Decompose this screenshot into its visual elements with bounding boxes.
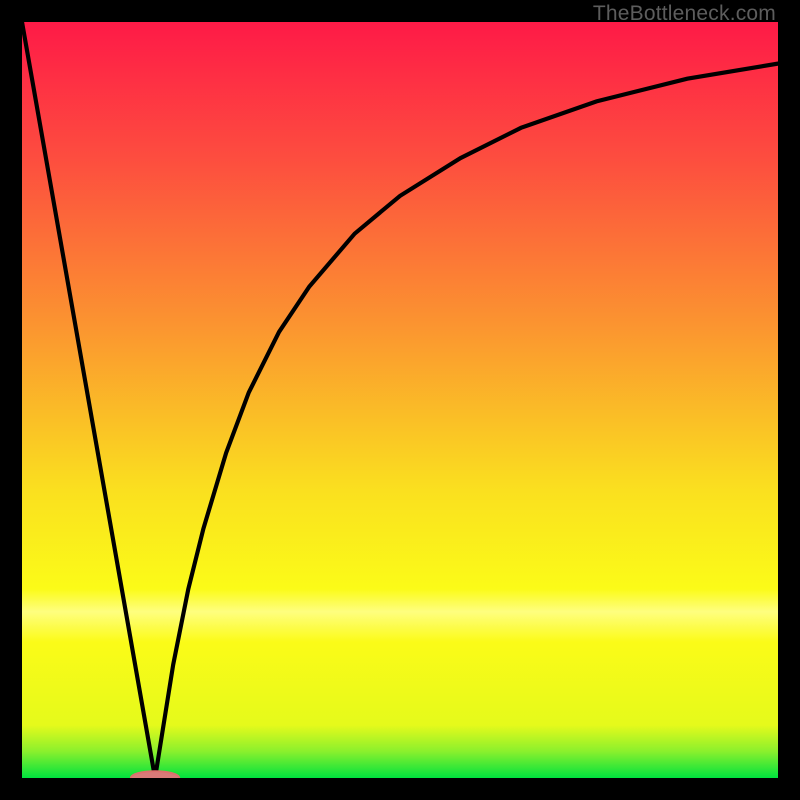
- curve-left: [22, 22, 155, 778]
- optimum-marker: [131, 771, 179, 778]
- chart-frame: TheBottleneck.com: [0, 0, 800, 800]
- chart-curves: [22, 22, 778, 778]
- curve-right: [155, 64, 778, 778]
- plot-area: [22, 22, 778, 778]
